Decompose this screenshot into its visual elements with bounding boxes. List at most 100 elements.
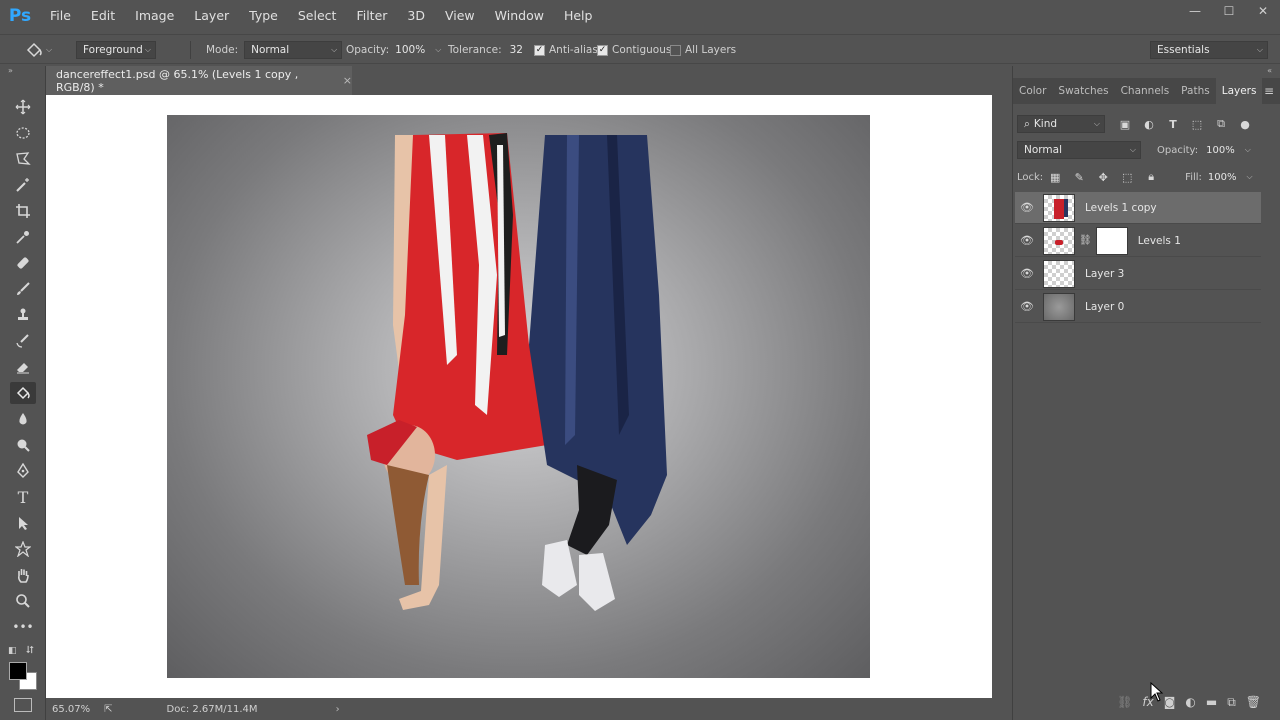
zoom-tool[interactable] [10, 590, 36, 612]
eraser-tool[interactable] [10, 356, 36, 378]
foreground-color-swatch[interactable] [9, 662, 27, 680]
quick-mask-icon[interactable] [14, 698, 32, 712]
tab-color[interactable]: Color [1013, 78, 1052, 104]
mask-link-icon[interactable]: ⛓︎ [1079, 235, 1092, 246]
mode-dropdown[interactable]: Normal ⌵ [244, 41, 343, 59]
menu-image[interactable]: Image [125, 0, 184, 32]
menu-file[interactable]: File [40, 0, 81, 32]
canvas-area[interactable] [46, 95, 992, 698]
swap-colors-icon[interactable]: ⮃ [26, 645, 34, 656]
add-mask-icon[interactable]: ◙ [1164, 695, 1176, 709]
chevron-down-icon[interactable]: ⌵ [435, 45, 441, 55]
filter-shape-icon[interactable]: ⬚ [1189, 116, 1205, 132]
marquee-tool[interactable] [10, 122, 36, 144]
status-menu-arrow-icon[interactable]: › [336, 704, 340, 715]
custom-shape-tool[interactable] [10, 538, 36, 560]
layer-row[interactable]: 👁︎ Layer 0 [1015, 291, 1261, 323]
brush-tool[interactable] [10, 278, 36, 300]
document-tab[interactable]: dancereffect1.psd @ 65.1% (Levels 1 copy… [46, 66, 352, 95]
eyedropper-tool[interactable] [10, 226, 36, 248]
new-group-icon[interactable]: ▬ [1206, 695, 1217, 709]
layer-name[interactable]: Levels 1 [1138, 235, 1181, 247]
fill-input[interactable]: 100% [1208, 172, 1237, 183]
path-selection-tool[interactable] [10, 512, 36, 534]
healing-brush-tool[interactable] [10, 252, 36, 274]
layer-name[interactable]: Layer 0 [1085, 301, 1124, 313]
close-document-icon[interactable]: × [343, 74, 352, 87]
collapse-toolbar-icon[interactable]: » [8, 66, 13, 75]
layer-row[interactable]: 👁︎ Levels 1 copy [1015, 192, 1261, 224]
filter-smart-object-icon[interactable]: ⧉ [1213, 116, 1229, 132]
adjustment-layer-icon[interactable]: ◐ [1185, 695, 1195, 709]
blend-mode-dropdown[interactable]: Normal ⌵ [1017, 141, 1141, 159]
panel-menu-icon[interactable]: ≡ [1264, 84, 1274, 98]
eye-icon[interactable]: 👁︎ [1015, 201, 1039, 214]
lasso-tool[interactable] [10, 148, 36, 170]
zoom-level[interactable]: 65.07% [52, 704, 90, 715]
filter-type-icon[interactable]: T [1165, 116, 1181, 132]
maximize-button[interactable]: ☐ [1212, 0, 1246, 22]
canvas-scrollbar[interactable] [992, 95, 1012, 698]
eye-icon[interactable]: 👁︎ [1015, 300, 1039, 313]
clone-stamp-tool[interactable] [10, 304, 36, 326]
link-layers-icon[interactable]: ⛓︎ [1117, 695, 1132, 709]
menu-select[interactable]: Select [288, 0, 347, 32]
minimize-button[interactable]: — [1178, 0, 1212, 22]
dodge-tool[interactable] [10, 434, 36, 456]
tab-channels[interactable]: Channels [1115, 78, 1176, 104]
history-brush-tool[interactable] [10, 330, 36, 352]
delete-layer-icon[interactable]: 🗑︎ [1246, 695, 1261, 709]
filter-adjustment-icon[interactable]: ◐ [1141, 116, 1157, 132]
layer-name[interactable]: Levels 1 copy [1085, 202, 1157, 214]
menu-filter[interactable]: Filter [346, 0, 397, 32]
layer-name[interactable]: Layer 3 [1085, 268, 1124, 280]
move-tool[interactable] [10, 96, 36, 118]
layer-opacity-input[interactable]: 100% [1206, 145, 1235, 156]
tolerance-input[interactable]: 32 [510, 44, 523, 56]
hand-tool[interactable] [10, 564, 36, 586]
menu-3d[interactable]: 3D [397, 0, 435, 32]
new-layer-icon[interactable]: ⧉ [1227, 695, 1236, 710]
layer-row[interactable]: 👁︎ Layer 3 [1015, 258, 1261, 290]
more-tools-button[interactable]: ••• [10, 616, 36, 638]
eye-icon[interactable]: 👁︎ [1015, 234, 1039, 247]
fill-source-dropdown[interactable]: Foreground ⌵ [76, 41, 156, 59]
menu-window[interactable]: Window [485, 0, 554, 32]
opacity-input[interactable]: 100% [395, 44, 425, 56]
chevron-down-icon[interactable]: ⌵ [1247, 172, 1253, 182]
lock-all-icon[interactable]: 🔒︎ [1143, 169, 1159, 185]
tab-layers[interactable]: Layers [1215, 78, 1263, 104]
paint-bucket-tool[interactable] [10, 382, 36, 404]
close-window-button[interactable]: ✕ [1246, 0, 1280, 22]
layer-mask-thumbnail[interactable] [1095, 226, 1128, 255]
type-tool[interactable]: T [10, 486, 36, 508]
lock-artboard-icon[interactable]: ⬚ [1119, 169, 1135, 185]
menu-layer[interactable]: Layer [184, 0, 239, 32]
all-layers-checkbox[interactable]: All Layers [670, 35, 736, 65]
chevron-down-icon[interactable]: ⌵ [1245, 145, 1251, 155]
magic-wand-tool[interactable] [10, 174, 36, 196]
workspace-dropdown[interactable]: Essentials ⌵ [1150, 41, 1268, 59]
filter-pixel-icon[interactable]: ▣ [1117, 116, 1133, 132]
pen-tool[interactable] [10, 460, 36, 482]
filter-kind-dropdown[interactable]: ⌕ Kind ⌵ [1017, 115, 1105, 133]
lock-transparent-icon[interactable]: ▦ [1047, 169, 1063, 185]
eye-icon[interactable]: 👁︎ [1015, 267, 1039, 280]
filter-toggle-icon[interactable]: ● [1237, 116, 1253, 132]
contiguous-checkbox[interactable]: ✓ Contiguous [597, 35, 671, 65]
lock-image-icon[interactable]: ✎ [1071, 169, 1087, 185]
tab-swatches[interactable]: Swatches [1052, 78, 1114, 104]
antialias-checkbox[interactable]: ✓ Anti-alias [534, 35, 598, 65]
menu-type[interactable]: Type [239, 0, 288, 32]
default-colors-icon[interactable]: ◧ [8, 646, 17, 656]
menu-help[interactable]: Help [554, 0, 603, 32]
paint-bucket-tool-preset[interactable]: ⌵ [24, 35, 52, 65]
collapse-panels-icon[interactable]: « [1267, 66, 1272, 75]
menu-edit[interactable]: Edit [81, 0, 125, 32]
crop-tool[interactable] [10, 200, 36, 222]
menu-view[interactable]: View [435, 0, 485, 32]
tab-paths[interactable]: Paths [1175, 78, 1216, 104]
export-icon[interactable]: ⇱ [104, 704, 112, 715]
lock-position-icon[interactable]: ✥ [1095, 169, 1111, 185]
layer-row[interactable]: 👁︎ ⛓︎ Levels 1 [1015, 225, 1261, 257]
